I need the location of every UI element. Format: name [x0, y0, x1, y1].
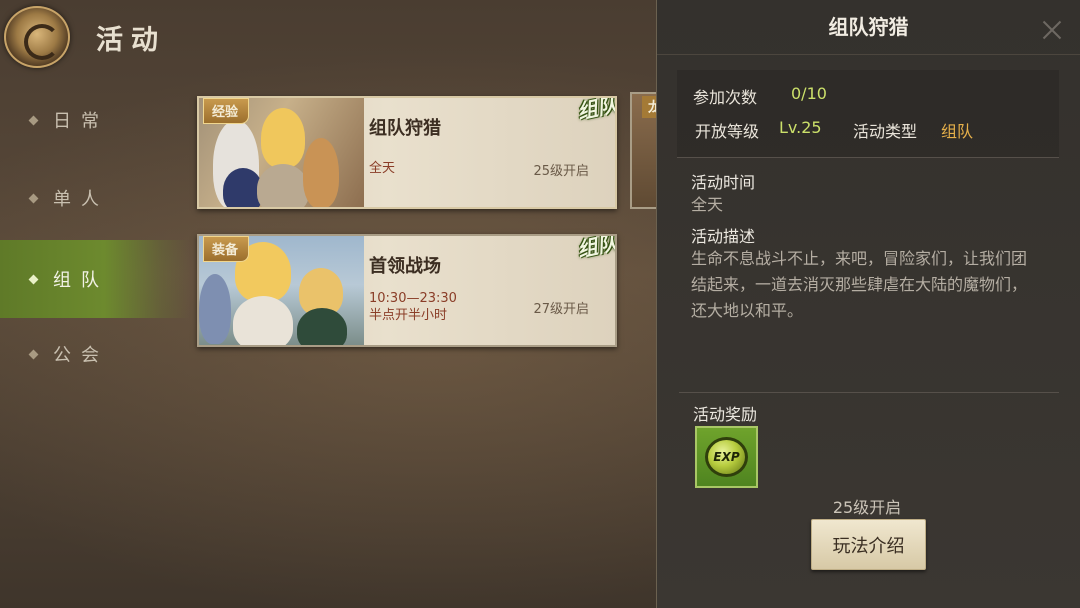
nav-item-guild[interactable]: 公会: [0, 318, 190, 390]
nav-item-label: 公会: [53, 345, 109, 366]
activity-level-requirement: 25级开启: [533, 164, 589, 179]
divider: [679, 392, 1059, 393]
exp-icon: EXP: [705, 437, 748, 477]
activity-type-label: 活动类型: [853, 122, 918, 141]
activity-time-label: 活动时间: [691, 173, 756, 192]
nav-item-team[interactable]: 组队: [0, 240, 190, 318]
open-level-label: 开放等级: [695, 122, 760, 141]
reward-type-tag: 装备: [203, 236, 250, 262]
divider: [657, 54, 1080, 55]
unlock-level-text: 25级开启: [832, 498, 902, 517]
activity-level-requirement: 27级开启: [533, 302, 589, 317]
diamond-bullet-icon: [28, 115, 39, 125]
attempts-label: 参加次数: [693, 88, 758, 107]
activity-info-box: 参加次数 0/10 开放等级 Lv.25 活动类型 组队: [677, 70, 1059, 158]
activity-time: 10:30—23:30: [369, 291, 457, 306]
nav-item-label: 组队: [53, 270, 109, 291]
game-emblem-icon[interactable]: [4, 6, 70, 68]
nav-item-daily[interactable]: 日常: [0, 84, 190, 156]
nav-item-solo[interactable]: 单人: [0, 162, 190, 234]
activity-description-label: 活动描述: [691, 227, 756, 246]
open-level-value: Lv.25: [779, 118, 822, 137]
diamond-bullet-icon: [28, 349, 39, 359]
activity-detail-panel: 组队狩猎 参加次数 0/10 开放等级 Lv.25 活动类型 组队 活动时间 全…: [656, 0, 1080, 608]
diamond-bullet-icon: [28, 274, 39, 284]
activity-reward-label: 活动奖励: [693, 405, 758, 424]
team-stamp: 组队: [575, 96, 617, 124]
nav-item-label: 单人: [53, 189, 109, 210]
attempts-value: 0/10: [791, 84, 827, 103]
activity-name: 组队狩猎: [369, 118, 441, 139]
gameplay-intro-button[interactable]: 玩法介绍: [811, 519, 926, 570]
nav-item-label: 日常: [53, 111, 109, 132]
close-icon[interactable]: [1042, 20, 1062, 40]
activity-time-note: 半点开半小时: [369, 308, 448, 323]
reward-type-tag: 经验: [203, 98, 250, 124]
activity-time-value: 全天: [691, 195, 724, 214]
diamond-bullet-icon: [28, 193, 39, 203]
detail-title: 组队狩猎: [828, 15, 909, 39]
activity-description-text: 生命不息战斗不止，来吧，冒险家们，让我们团结起来，一道去消灭那些肆虐在大陆的魔物…: [691, 249, 1028, 320]
team-stamp: 组队: [575, 234, 617, 262]
activity-type-value: 组队: [941, 122, 974, 141]
reward-item-slot[interactable]: EXP: [695, 426, 758, 488]
page-title: 活动: [96, 25, 166, 56]
activity-card-team-hunt[interactable]: 经验 组队 组队狩猎 全天 25级开启: [197, 96, 617, 209]
activity-time: 全天: [369, 161, 396, 176]
activity-card-boss-battlefield[interactable]: 装备 组队 首领战场 10:30—23:30 半点开半小时 27级开启: [197, 234, 617, 347]
activity-name: 首领战场: [369, 256, 441, 277]
